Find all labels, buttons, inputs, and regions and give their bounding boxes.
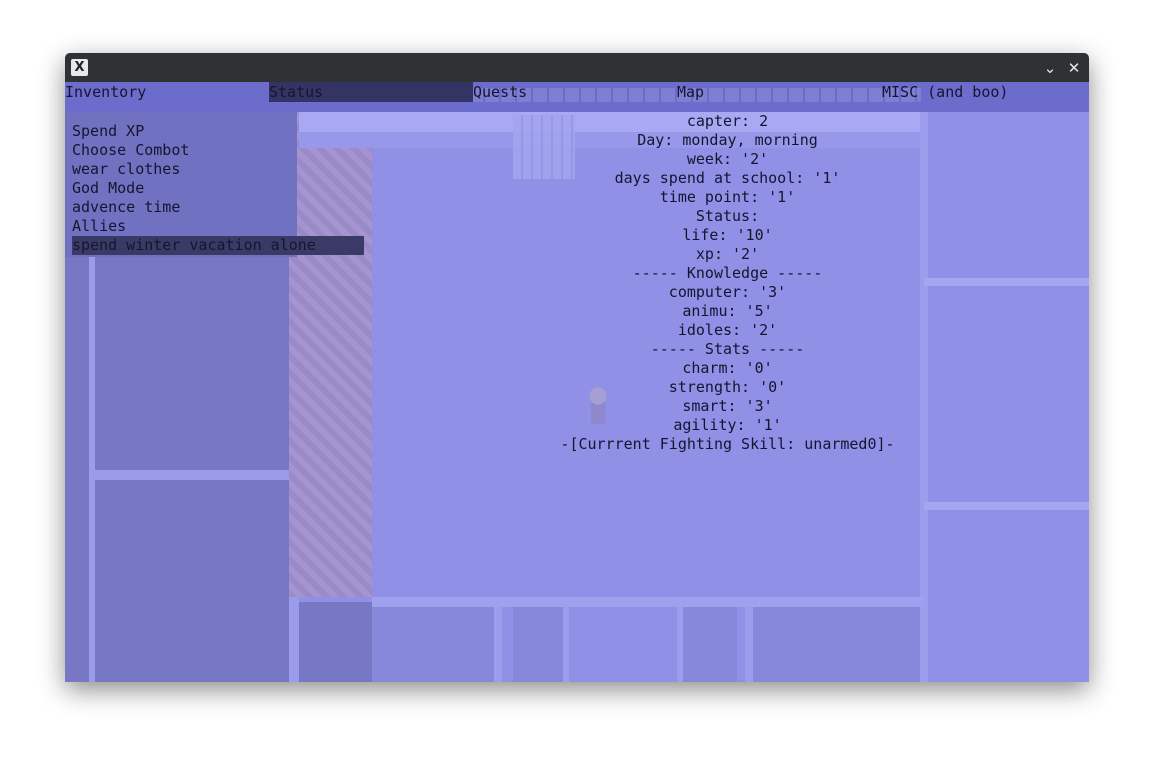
action-allies[interactable]: Allies (72, 217, 126, 236)
map-ledge (924, 502, 1089, 510)
status-week: week: '2' (686, 150, 769, 168)
knowledge-computer: computer: '3' (668, 283, 787, 301)
action-god-mode[interactable]: God Mode (72, 179, 144, 198)
stats-header: ----- Stats ----- (650, 340, 805, 358)
status-days-school: days spend at school: '1' (614, 169, 841, 187)
close-icon[interactable]: ✕ (1063, 57, 1085, 79)
map-bottom-wall (372, 597, 924, 607)
action-choose-combot[interactable]: Choose Combot (72, 141, 189, 160)
status-xp: xp: '2' (695, 245, 760, 263)
status-panel: capter: 2 Day: monday, morning week: '2'… (465, 112, 990, 454)
map-room (745, 607, 920, 682)
map-ledge (89, 470, 289, 480)
app-icon: X (71, 59, 88, 76)
title-bar: X ⌄ ✕ (65, 53, 1089, 82)
tab-quests[interactable]: Quests (473, 82, 677, 102)
status-life: life: '10' (682, 226, 773, 244)
fighting-skill: -[Currrent Fighting Skill: unarmed0]- (560, 435, 895, 453)
map-floor-block (299, 602, 372, 682)
tab-menu-bar: Inventory Status Quests Map MISC (and bo… (65, 82, 1089, 112)
tab-status[interactable]: Status (269, 82, 473, 102)
stat-smart: smart: '3' (682, 397, 773, 415)
map-room (372, 607, 502, 682)
tab-map[interactable]: Map (677, 82, 881, 102)
stat-agility: agility: '1' (673, 416, 782, 434)
map-room (677, 607, 737, 682)
map-room (513, 607, 569, 682)
action-advence-time[interactable]: advence time (72, 198, 180, 217)
action-menu: Spend XP Choose Combot wear clothes God … (65, 112, 364, 257)
status-time-point: time point: '1' (659, 188, 796, 206)
status-day: Day: monday, morning (637, 131, 818, 149)
game-window: X ⌄ ✕ Inventory Status Quests Map MISC (… (65, 53, 1089, 682)
tab-misc[interactable]: MISC (and boo) (882, 82, 1086, 102)
status-header: Status: (695, 207, 760, 225)
map-carpet (289, 112, 372, 597)
minimize-icon[interactable]: ⌄ (1039, 57, 1061, 79)
stat-strength: strength: '0' (668, 378, 787, 396)
game-viewport: Inventory Status Quests Map MISC (and bo… (65, 82, 1089, 682)
status-capter: capter: 2 (686, 112, 769, 130)
tab-inventory[interactable]: Inventory (65, 82, 269, 102)
action-wear-clothes[interactable]: wear clothes (72, 160, 180, 179)
knowledge-idoles: idoles: '2' (677, 321, 778, 339)
knowledge-header: ----- Knowledge ----- (632, 264, 823, 282)
stat-charm: charm: '0' (682, 359, 773, 377)
action-winter-vacation[interactable]: spend winter vacation alone (72, 236, 364, 255)
knowledge-animu: animu: '5' (682, 302, 773, 320)
action-spend-xp[interactable]: Spend XP (72, 122, 144, 141)
